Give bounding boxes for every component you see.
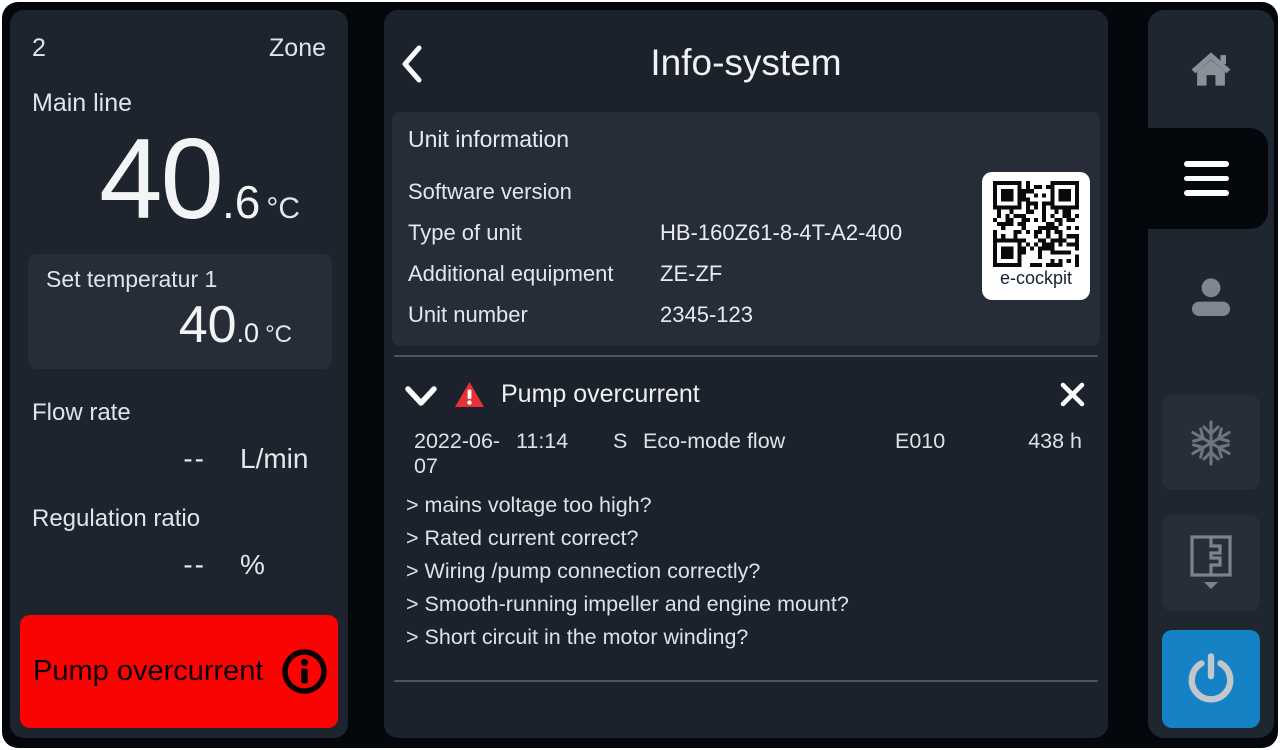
alarm-entry-header[interactable]: Pump overcurrent [392, 373, 1100, 415]
row-label: Unit number [408, 302, 660, 328]
set-temp-integer: 40 [179, 296, 237, 354]
info-icon[interactable] [281, 648, 328, 695]
regulation-ratio-label: Regulation ratio [32, 505, 326, 533]
close-icon[interactable] [1059, 381, 1086, 408]
hmi-screen: 2 Zone Main line 40.6°C Set temperatur 1… [2, 2, 1278, 748]
zone-status-panel: 2 Zone Main line 40.6°C Set temperatur 1… [10, 10, 348, 738]
main-temp-unit: °C [266, 192, 300, 225]
info-system-header: Info-system [392, 10, 1100, 112]
page-title: Info-system [392, 42, 1100, 84]
alarm-hint: > Rated current correct? [406, 522, 1100, 555]
power-button[interactable] [1162, 630, 1260, 728]
set-temperature-label: Set temperatur 1 [46, 266, 314, 293]
alarm-priority: S [613, 429, 643, 454]
zone-header: 2 Zone [32, 34, 326, 63]
unit-information-title: Unit information [392, 126, 1100, 153]
unit-information-box: Unit information Software version Type o… [392, 112, 1100, 346]
hamburger-menu-icon [1184, 161, 1229, 167]
set-temp-fraction: .0 [237, 318, 260, 348]
main-line-label: Main line [32, 89, 326, 118]
alarm-hint: > Smooth-running impeller and engine mou… [406, 588, 1100, 621]
alarm-mode: Eco-mode flow [643, 429, 895, 454]
main-temp-fraction: .6 [222, 176, 260, 228]
alarm-title: Pump overcurrent [501, 380, 700, 409]
flow-rate-row: -- L/min [32, 443, 326, 475]
alarm-meta-row: 2022-06-07 11:14 S Eco-mode flow E010 43… [392, 429, 1100, 479]
sidebar-item-menu-active[interactable] [1120, 128, 1268, 229]
alarm-hint: > mains voltage too high? [406, 489, 1100, 522]
row-label: Additional equipment [408, 261, 660, 287]
regulation-ratio-row: -- % [32, 549, 326, 581]
alarm-hint: > Short circuit in the motor winding? [406, 621, 1100, 654]
flow-rate-unit: L/min [240, 443, 324, 475]
flow-rate-value: -- [32, 443, 206, 475]
zone-label: Zone [269, 34, 326, 63]
divider [394, 680, 1098, 682]
flow-rate-label: Flow rate [32, 399, 326, 427]
row-value: 2345-123 [660, 302, 1084, 328]
alarm-hours: 438 h [1007, 429, 1082, 454]
home-icon [1191, 51, 1231, 87]
alarm-date: 2022-06-07 [414, 429, 516, 479]
zone-number: 2 [32, 34, 46, 63]
qr-label: e-cockpit [982, 268, 1090, 289]
row-label: Type of unit [408, 220, 660, 246]
set-temperature-value: 40.0°C [46, 295, 314, 355]
e-cockpit-qr-card[interactable]: e-cockpit [982, 172, 1090, 300]
alarm-hint: > Wiring /pump connection correctly? [406, 555, 1100, 588]
chevron-down-icon[interactable] [404, 385, 438, 407]
snowflake-icon [1185, 417, 1237, 469]
regulation-ratio-value: -- [32, 549, 206, 581]
cooling-button[interactable] [1162, 395, 1260, 490]
mold-zone-icon [1186, 533, 1236, 593]
main-temp-integer: 40 [99, 116, 222, 243]
set-temp-unit: °C [265, 321, 292, 348]
alarm-hint-list: > mains voltage too high? > Rated curren… [392, 489, 1100, 654]
power-icon [1185, 653, 1237, 705]
alarm-code: E010 [895, 429, 1007, 454]
sidebar-item-user[interactable] [1148, 229, 1274, 365]
alarm-banner[interactable]: Pump overcurrent [20, 615, 338, 728]
main-line-temperature: 40.6°C [32, 120, 326, 240]
unit-info-row: Unit number 2345-123 [392, 302, 1100, 328]
qr-code [993, 181, 1079, 267]
user-icon [1190, 277, 1232, 317]
mold-select-button[interactable] [1162, 515, 1260, 611]
warning-icon [454, 381, 485, 408]
divider [394, 355, 1098, 357]
sidebar-item-home[interactable] [1148, 10, 1274, 128]
row-label: Software version [408, 179, 660, 205]
alarm-time: 11:14 [516, 429, 613, 454]
info-system-panel: Info-system Unit information Software ve… [384, 10, 1108, 738]
alarm-banner-text: Pump overcurrent [33, 655, 264, 688]
sidebar [1148, 10, 1274, 738]
set-temperature-box[interactable]: Set temperatur 1 40.0°C [28, 254, 332, 369]
regulation-ratio-unit: % [240, 549, 324, 581]
